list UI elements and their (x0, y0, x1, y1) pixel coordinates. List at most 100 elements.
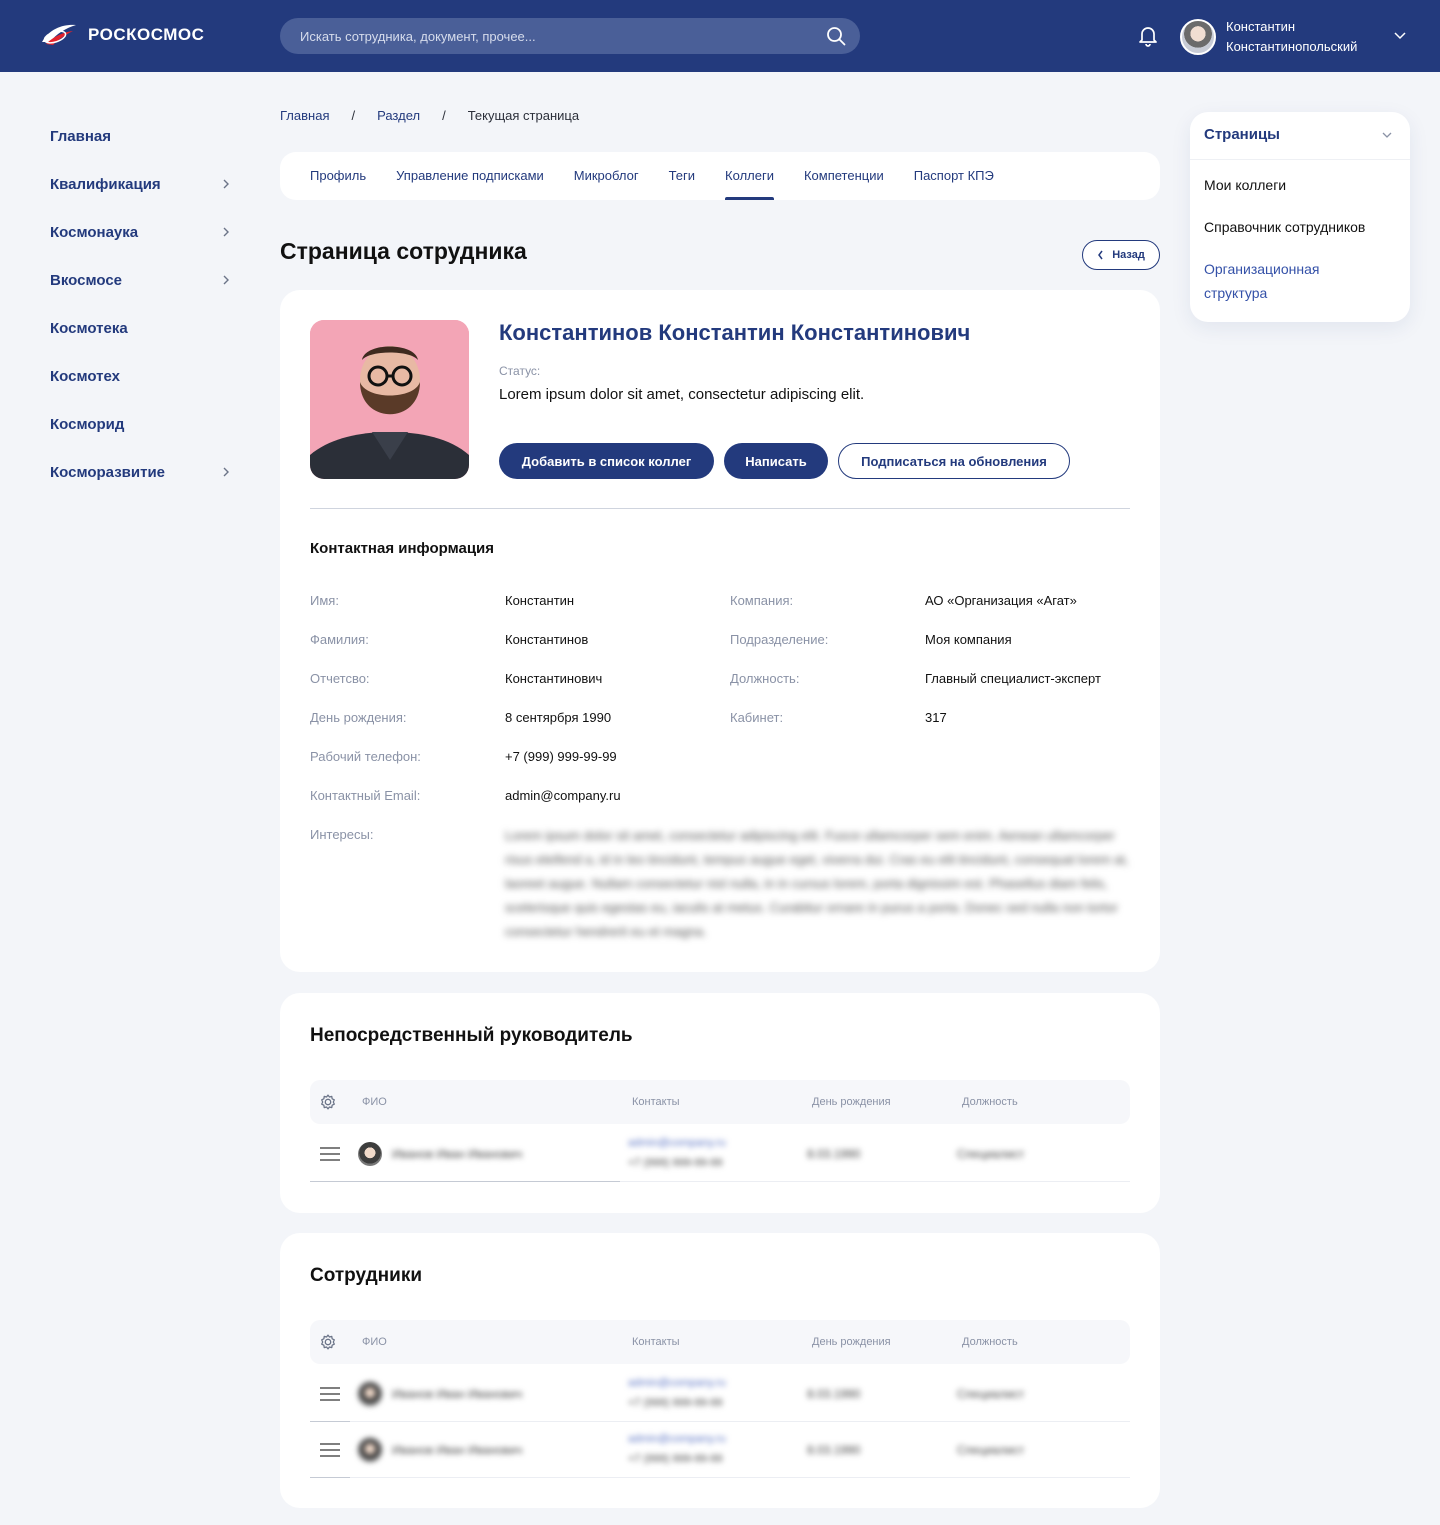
email-label: Контактный Email: (310, 788, 421, 803)
menu-icon[interactable] (320, 1147, 340, 1161)
row-email[interactable]: admin@company.ru (628, 1137, 726, 1149)
back-button-label: Назад (1112, 249, 1145, 261)
profile-photo (310, 320, 469, 479)
row-position: Специалист (957, 1387, 1025, 1401)
tab-microblog[interactable]: Микроблог (574, 152, 639, 200)
logo-text: РОСКОСМОС (88, 25, 205, 44)
row-birthday: 8.03.1990 (807, 1147, 861, 1161)
nav-item-cosmorid[interactable]: Косморид (50, 400, 240, 448)
nav-item-qualification[interactable]: Квалификация (50, 160, 240, 208)
tab-kpi-passport[interactable]: Паспорт КПЭ (914, 152, 994, 200)
office-value: 317 (925, 710, 947, 725)
write-message-button[interactable]: Написать (724, 443, 828, 479)
breadcrumb-separator: / (351, 108, 356, 123)
table-header: ФИО Контакты День рождения Должность (310, 1080, 1130, 1124)
search-box (280, 18, 860, 54)
last-name-value: Константинов (505, 632, 589, 647)
table-row[interactable]: Иванов Иван Иванович admin@company.ru +7… (310, 1126, 1130, 1182)
breadcrumb-section[interactable]: Раздел (377, 108, 420, 123)
row-phone: +7 (999) 999-99-99 (628, 1397, 723, 1409)
logo[interactable]: РОСКОСМОС (40, 22, 204, 48)
nav-item-cosmodevelopment[interactable]: Косморазвитие (50, 448, 240, 496)
gear-icon[interactable] (319, 1093, 337, 1111)
row-name[interactable]: Иванов Иван Иванович (392, 1147, 522, 1161)
user-menu[interactable]: Константин Константинопольский (1180, 17, 1357, 57)
row-birthday: 8.03.1990 (807, 1443, 861, 1457)
patronymic-label: Отчетсво: (310, 671, 370, 686)
manager-card: Непосредственный руководитель ФИО Контак… (280, 993, 1160, 1213)
nav-item-label: Квалификация (50, 175, 161, 193)
search-input[interactable] (280, 18, 860, 54)
pages-panel-header[interactable]: Страницы (1190, 112, 1410, 160)
nav-item-label: Космотека (50, 319, 128, 337)
nav-item-vkosmose[interactable]: Вкосмосе (50, 256, 240, 304)
search-icon[interactable] (826, 26, 846, 46)
email-value[interactable]: admin@company.ru (505, 788, 621, 803)
menu-icon[interactable] (320, 1443, 340, 1457)
row-email[interactable]: admin@company.ru (628, 1377, 726, 1389)
user-first-name: Константин (1226, 19, 1296, 34)
work-phone-value: +7 (999) 999-99-99 (505, 749, 617, 764)
column-header-position[interactable]: Должность (962, 1336, 1018, 1348)
row-name[interactable]: Иванов Иван Иванович (392, 1443, 522, 1457)
tab-profile[interactable]: Профиль (310, 152, 366, 200)
column-header-contacts[interactable]: Контакты (632, 1096, 680, 1108)
person-photo-icon (310, 320, 469, 479)
column-header-contacts[interactable]: Контакты (632, 1336, 680, 1348)
menu-icon[interactable] (320, 1387, 340, 1401)
work-phone-label: Рабочий телефон: (310, 749, 421, 764)
column-header-birthday[interactable]: День рождения (812, 1096, 891, 1108)
roscosmos-logo-icon (42, 24, 76, 45)
nav-item-label: Вкосмосе (50, 271, 122, 289)
row-divider (310, 1181, 620, 1182)
nav-item-label: Космонаука (50, 223, 139, 241)
table-row[interactable]: Иванов Иван Иванович admin@company.ru +7… (310, 1422, 1130, 1478)
row-position: Специалист (957, 1147, 1025, 1161)
profile-card: Константинов Константин Константинович С… (280, 290, 1160, 972)
row-name[interactable]: Иванов Иван Иванович (392, 1387, 522, 1401)
subscribe-button[interactable]: Подписаться на обновления (838, 443, 1070, 479)
profile-tabs: Профиль Управление подписками Микроблог … (280, 152, 1160, 200)
pages-item-org-structure[interactable]: Организационная структура (1204, 257, 1354, 305)
chevron-right-icon (223, 227, 229, 237)
column-header-birthday[interactable]: День рождения (812, 1336, 891, 1348)
nav-item-label: Косморазвитие (50, 463, 166, 481)
nav-item-label: Космотех (50, 367, 120, 385)
back-button[interactable]: Назад (1082, 240, 1160, 270)
tab-subscriptions[interactable]: Управление подписками (396, 152, 544, 200)
nav-item-cosmoteka[interactable]: Космотека (50, 304, 240, 352)
chevron-down-icon[interactable] (1393, 30, 1407, 40)
nav-item-home[interactable]: Главная (50, 112, 240, 160)
nav-item-cosmoscience[interactable]: Космонаука (50, 208, 240, 256)
breadcrumb-home[interactable]: Главная (280, 108, 329, 123)
tab-competencies[interactable]: Компетенции (804, 152, 884, 200)
department-label: Подразделение: (730, 632, 829, 647)
last-name-label: Фамилия: (310, 632, 369, 647)
pages-item-directory[interactable]: Справочник сотрудников (1204, 215, 1404, 239)
nav-item-label: Главная (50, 127, 112, 145)
column-header-name[interactable]: ФИО (362, 1096, 387, 1108)
row-phone: +7 (999) 999-99-99 (628, 1453, 723, 1465)
department-value: Моя компания (925, 632, 1012, 647)
bell-icon[interactable] (1138, 25, 1158, 47)
status-label: Статус: (499, 364, 541, 378)
pages-item-my-colleagues[interactable]: Мои коллеги (1204, 173, 1404, 197)
chevron-down-icon[interactable] (1382, 132, 1392, 139)
employees-card: Сотрудники ФИО Контакты День рождения До… (280, 1233, 1160, 1508)
row-email[interactable]: admin@company.ru (628, 1433, 726, 1445)
interests-text: Lorem ipsum dolor sit amet, consectetur … (505, 828, 1129, 939)
column-header-name[interactable]: ФИО (362, 1336, 387, 1348)
user-last-name: Константинопольский (1226, 39, 1358, 54)
breadcrumb-separator: / (442, 108, 446, 123)
tab-colleagues[interactable]: Коллеги (725, 152, 774, 200)
table-row[interactable]: Иванов Иван Иванович admin@company.ru +7… (310, 1366, 1130, 1422)
breadcrumb: Главная / Раздел / Текущая страница (280, 108, 579, 123)
column-header-position[interactable]: Должность (962, 1096, 1018, 1108)
nav-item-cosmotech[interactable]: Космотех (50, 352, 240, 400)
gear-icon[interactable] (319, 1333, 337, 1351)
row-phone: +7 (999) 999-99-99 (628, 1157, 723, 1169)
page-title: Страница сотрудника (280, 238, 527, 264)
row-position: Специалист (957, 1443, 1025, 1457)
add-colleague-button[interactable]: Добавить в список коллег (499, 443, 714, 479)
tab-tags[interactable]: Теги (669, 152, 695, 200)
